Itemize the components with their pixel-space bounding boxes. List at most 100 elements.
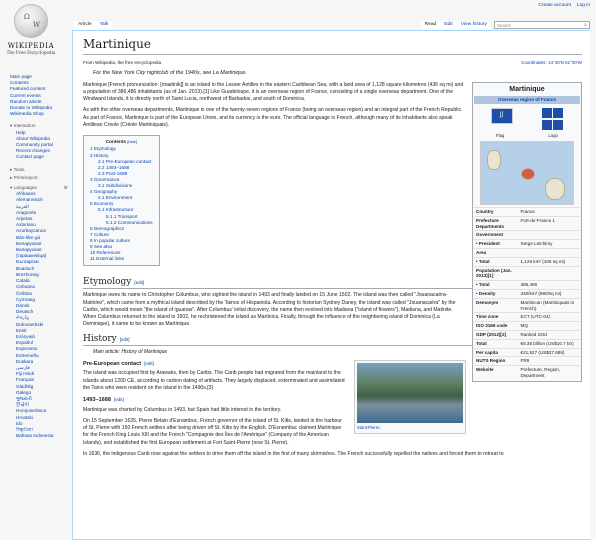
infobox-value: [518, 230, 580, 240]
table-of-contents: Contents [hide] 1 Etymology 2 History 2.1 …: [83, 135, 160, 267]
sidebar-item[interactable]: Contact page: [16, 154, 68, 160]
history-paragraph-2: On 15 September 1635, Pierre Belain d'Es…: [83, 417, 342, 446]
edit-link[interactable]: [edit]: [144, 361, 154, 366]
hatnote: For the New York City nightclub of the 1…: [93, 70, 247, 77]
infobox-value: €8.35 billion (US$10.7 bn): [518, 338, 580, 349]
infobox-key: • Total: [474, 280, 519, 290]
sidebar-languages: Afrikaans Alemannisch العربية Aragonés Arpet…: [10, 191, 68, 439]
thumbnail[interactable]: Saint-Pierre.: [354, 360, 466, 435]
infobox-value: 386,486: [518, 280, 580, 290]
article-content: Martinique From Wikipedia, the free ency…: [72, 30, 590, 540]
infobox-key: Total: [474, 338, 519, 349]
infobox-row: Total €8.35 billion (US$10.7 bn): [474, 338, 580, 349]
history-paragraph-3: In 1636, the indigenous Carib rose again…: [83, 451, 504, 457]
infobox-row: Per capita €21,527 (US$27,688): [474, 347, 580, 357]
login-link[interactable]: Log in: [577, 3, 590, 8]
infobox-value: Martinican (Martiniquais in French): [518, 297, 580, 313]
infobox-key: Country: [474, 206, 519, 217]
infobox-value: Ranked 23rd: [518, 329, 580, 340]
flag-image[interactable]: ∫∫: [490, 108, 513, 125]
infobox-value: France: [518, 206, 580, 217]
search-input[interactable]: Search ⌕: [494, 21, 590, 29]
infobox-value: 340/km² (880/sq mi): [518, 288, 580, 299]
infobox-key: Per capita: [474, 347, 519, 357]
infobox-row: Prefecture Departments Fort-de-France 1: [474, 215, 580, 231]
snake-icon: ∫∫: [499, 112, 504, 119]
infobox-value: Prefecture, Region, Department: [518, 365, 580, 380]
search-icon[interactable]: ⌕: [584, 22, 587, 28]
infobox-value: FR9: [518, 356, 580, 366]
edit-link[interactable]: [edit]: [120, 337, 130, 342]
infobox-key: • Total: [474, 256, 519, 267]
sidebar: Main page Contents Featured content Current…: [10, 74, 68, 439]
sidebar-interaction: Help About Wikipedia Community portal Recen…: [10, 130, 68, 161]
sidebar-item-language[interactable]: Беларуская (тарашкевіца): [10, 247, 68, 259]
sidebar-tools-heading[interactable]: ▸ Tools: [10, 167, 68, 173]
puzzle-globe-icon: Ω W: [14, 4, 48, 38]
infobox-key: GDP (2012)[2]: [474, 329, 519, 340]
location-map[interactable]: [480, 140, 574, 205]
infobox-key: Website: [474, 365, 519, 380]
infobox-value: €21,527 (US$27,688): [518, 347, 580, 357]
infobox-value: [518, 247, 580, 258]
gear-icon[interactable]: ⚙: [64, 185, 68, 191]
create-account-link[interactable]: Create account: [538, 3, 571, 8]
infobox-table: Country France Prefecture Departments Fort-…: [474, 206, 580, 380]
infobox-row: GDP (2012)[2] Ranked 23rd: [474, 329, 580, 340]
infobox-key: Government: [474, 230, 519, 240]
logo-image[interactable]: [541, 108, 564, 130]
infobox-key: NUTS Region: [474, 356, 519, 366]
infobox-subtitle[interactable]: Overseas region of France: [474, 96, 580, 105]
infobox-value: ECT (UTC-04): [518, 312, 580, 322]
thumbnail-caption: Saint-Pierre.: [357, 425, 381, 431]
infobox-row: • Total 1,128 km² (436 sq mi): [474, 256, 580, 267]
user-links: Create account Log in: [538, 3, 590, 8]
wordmark: WIKIPEDIA: [7, 42, 55, 50]
history-paragraph-1: Martinique was charted by Columbus in 14…: [83, 406, 282, 413]
toc-item[interactable]: 11 External links: [90, 256, 153, 262]
infobox-value: Serge Letchimy: [518, 239, 580, 249]
infobox-key: • President: [474, 239, 519, 249]
infobox-row: Website Prefecture, Region, Department: [474, 365, 580, 380]
infobox-row: • Density 340/km² (880/sq mi): [474, 288, 580, 299]
infobox-key: Time zone: [474, 312, 519, 322]
page-title: Martinique: [83, 37, 582, 55]
infobox-row: Area: [474, 247, 580, 258]
sidebar-navigation: Main page Contents Featured content Current…: [10, 74, 68, 117]
infobox-row: Government: [474, 230, 580, 240]
infobox-value: 1,128 km² (436 sq mi): [518, 256, 580, 267]
infobox-row: • Total 386,486: [474, 280, 580, 290]
site-sub: From Wikipedia, the free encyclopedia: [83, 60, 162, 65]
infobox-key: Demonym: [474, 297, 519, 313]
infobox-key: Prefecture Departments: [474, 215, 519, 231]
saint-pierre-photo[interactable]: [357, 363, 463, 424]
infobox-row: Demonym Martinican (Martiniquais in Frenc…: [474, 297, 580, 313]
tagline: The Free Encyclopedia: [6, 50, 56, 55]
infobox-key: Population (Jan. 2013)[1]: [474, 265, 519, 281]
infobox-key: • Density: [474, 288, 519, 299]
wikipedia-logo[interactable]: Ω W WIKIPEDIA The Free Encyclopedia: [6, 4, 56, 66]
infobox-key: ISO 3166 code: [474, 321, 519, 331]
infobox-row: ISO 3166 code MQ: [474, 321, 580, 331]
coordinates[interactable]: Coordinates: 14°40′N 61°00′W: [521, 59, 582, 66]
infobox-value: Fort-de-France 1: [518, 215, 580, 231]
logo-caption[interactable]: Logo: [549, 133, 558, 139]
subsection-1493-1688: 1493–1688 [edit]: [83, 397, 124, 404]
infobox-row: Country France: [474, 206, 580, 217]
infobox-row: NUTS Region FR9: [474, 356, 580, 366]
toc-item[interactable]: 2.1 Pre-European contact: [90, 159, 153, 165]
edit-link[interactable]: [edit]: [114, 397, 124, 402]
infobox: Martinique Overseas region of France ∫∫ …: [472, 81, 582, 382]
infobox-key: Area: [474, 247, 519, 258]
edit-link[interactable]: [edit]: [134, 280, 144, 285]
infobox-row: • President Serge Letchimy: [474, 239, 580, 249]
sidebar-print-heading[interactable]: ▸ Print/export: [10, 175, 68, 181]
flag-caption[interactable]: Flag: [496, 133, 504, 139]
sidebar-item-language[interactable]: Bahasa Indonesia: [10, 433, 68, 439]
infobox-title: Martinique: [509, 85, 545, 93]
sidebar-item[interactable]: Wikimedia Shop: [10, 111, 68, 117]
infobox-row: Population (Jan. 2013)[1]: [474, 265, 580, 281]
toc-hide-toggle[interactable]: [hide]: [127, 139, 137, 144]
toc-title: Contents: [105, 139, 127, 145]
infobox-row: Time zone ECT (UTC-04): [474, 312, 580, 322]
